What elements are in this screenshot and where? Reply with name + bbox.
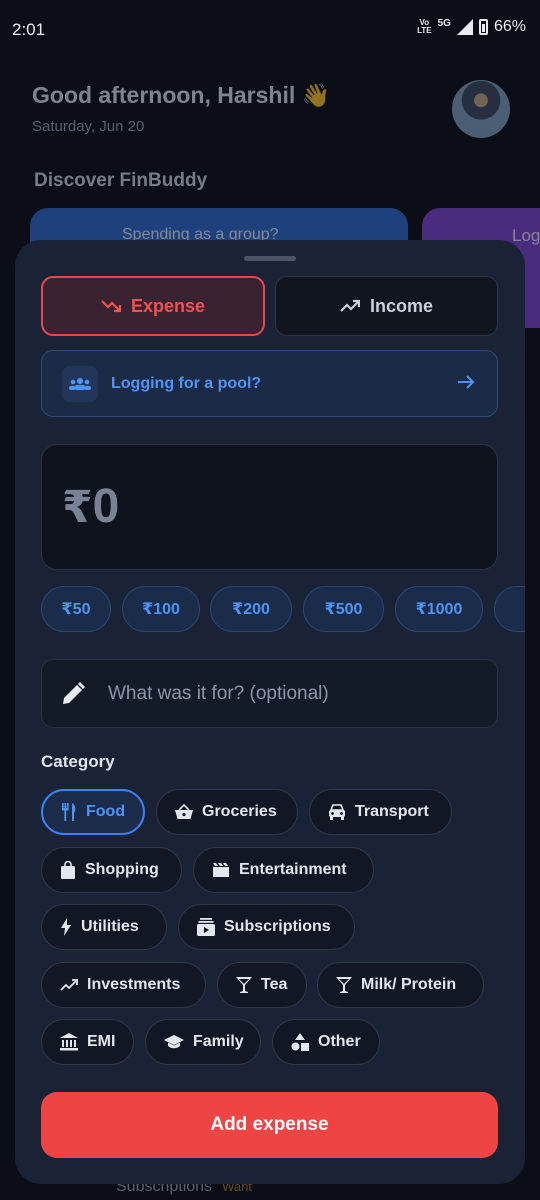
currency-symbol: ₹	[62, 483, 93, 532]
trending-up-icon	[340, 299, 360, 312]
cutlery-icon	[62, 803, 76, 821]
trending-up-icon	[60, 979, 78, 991]
category-shopping[interactable]: Shopping	[41, 847, 182, 893]
quick-amount-chip[interactable]: ₹100	[122, 586, 200, 632]
quick-amount-chip[interactable]: ₹200	[210, 586, 292, 632]
trending-down-icon	[101, 300, 121, 313]
clapperboard-icon	[213, 863, 229, 877]
category-investments[interactable]: Investments	[41, 962, 206, 1008]
add-expense-button[interactable]: Add expense	[41, 1092, 498, 1158]
network-type: 5G	[437, 17, 451, 29]
quick-amount-chip[interactable]: ₹500	[303, 586, 384, 632]
amount-display: ₹0	[62, 479, 119, 534]
bolt-icon	[61, 918, 71, 936]
status-icons: Vo LTE 5G 66%	[417, 18, 526, 36]
category-title: Category	[41, 752, 115, 771]
cocktail-icon	[236, 977, 252, 993]
category-transport[interactable]: Transport	[309, 789, 452, 835]
date-label: Saturday, Jun 20	[32, 118, 145, 135]
signal-icon	[456, 19, 473, 35]
income-toggle[interactable]: Income	[275, 276, 498, 336]
category-subscriptions[interactable]: Subscriptions	[178, 904, 355, 950]
income-label: Income	[369, 295, 434, 316]
group-icon	[62, 365, 98, 402]
category-milk-protein[interactable]: Milk/ Protein	[317, 962, 484, 1008]
status-bar: 2:01 Vo LTE 5G 66%	[0, 0, 540, 60]
amount-field[interactable]: ₹0	[41, 444, 498, 570]
note-input[interactable]: What was it for? (optional)	[41, 659, 498, 728]
bank-icon	[60, 1033, 78, 1051]
pool-banner-label: Logging for a pool?	[111, 374, 262, 392]
battery-percent: 66%	[493, 18, 526, 35]
add-transaction-sheet: Expense Income Logging for a pool? ₹0 ₹5…	[15, 240, 525, 1184]
graduation-cap-icon	[164, 1035, 184, 1049]
expense-toggle[interactable]: Expense	[41, 276, 265, 336]
promo-card-title: Log	[512, 226, 540, 245]
expense-label: Expense	[130, 295, 206, 316]
greeting: Good afternoon, Harshil 👋	[32, 82, 331, 108]
category-tea[interactable]: Tea	[217, 962, 307, 1008]
pencil-icon	[63, 681, 85, 704]
car-icon	[329, 804, 345, 820]
battery-icon	[478, 19, 488, 35]
category-family[interactable]: Family	[145, 1019, 261, 1065]
quick-amount-chip[interactable]: ₹1000	[395, 586, 483, 632]
pool-banner[interactable]: Logging for a pool?	[41, 350, 498, 417]
category-other[interactable]: Other	[272, 1019, 380, 1065]
shapes-icon	[291, 1033, 309, 1051]
category-emi[interactable]: EMI	[41, 1019, 134, 1065]
category-utilities[interactable]: Utilities	[41, 904, 167, 950]
basket-icon	[175, 804, 193, 819]
volte-icon: Vo LTE	[417, 18, 432, 35]
discover-title: Discover FinBuddy	[34, 170, 208, 191]
category-food[interactable]: Food	[41, 789, 145, 835]
status-time: 2:01	[12, 20, 46, 39]
quick-amount-chip[interactable]: ₹50	[41, 586, 111, 632]
quick-amount-chip-overflow[interactable]	[494, 586, 525, 632]
cocktail-icon	[336, 977, 352, 993]
subscriptions-icon	[197, 918, 215, 936]
category-entertainment[interactable]: Entertainment	[193, 847, 374, 893]
category-groceries[interactable]: Groceries	[156, 789, 298, 835]
amount-value: 0	[92, 480, 120, 533]
arrow-right-icon	[458, 375, 475, 389]
shopping-bag-icon	[61, 861, 75, 879]
drag-handle[interactable]	[244, 256, 296, 261]
avatar[interactable]	[452, 80, 510, 138]
note-placeholder: What was it for? (optional)	[108, 682, 329, 704]
